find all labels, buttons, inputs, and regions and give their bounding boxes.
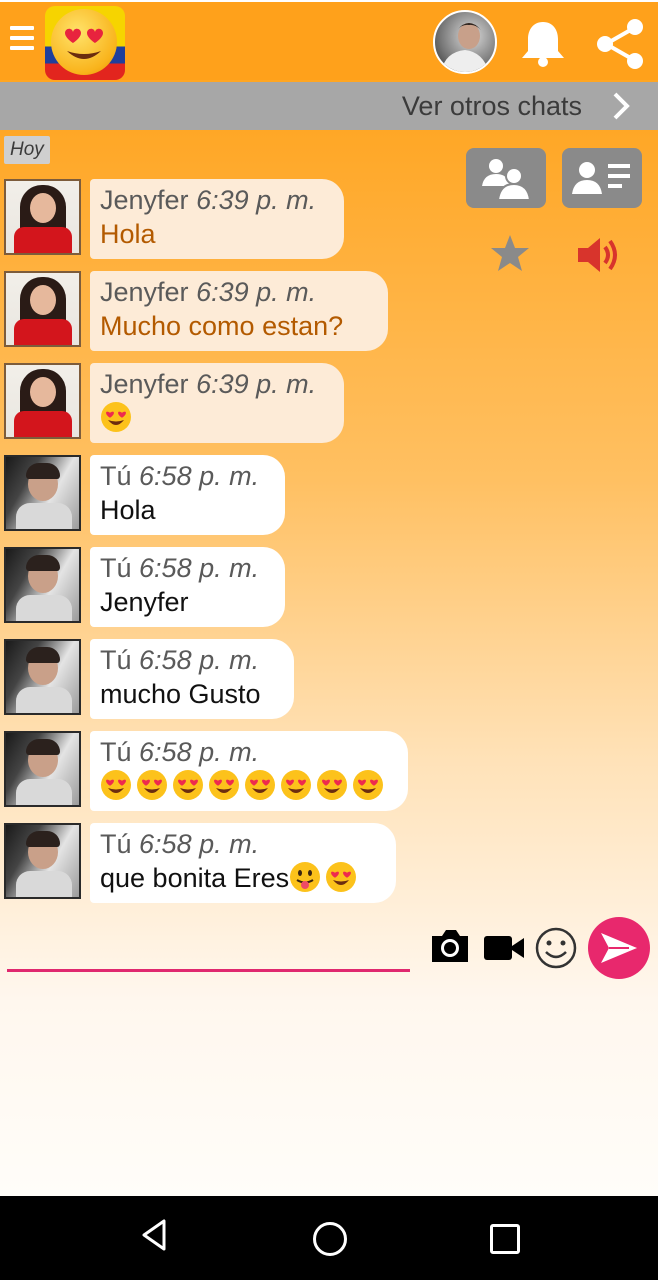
sender-name: Tú (100, 737, 132, 767)
sender-name: Jenyfer (100, 369, 189, 399)
message-bubble[interactable]: Jenyfer 6:39 p. m. Hola (90, 179, 344, 259)
sender-name: Tú (100, 645, 132, 675)
sender-avatar[interactable] (4, 455, 81, 531)
user-avatar[interactable] (433, 10, 497, 74)
message-bubble[interactable]: Tú 6:58 p. m. que bonita Eres (90, 823, 396, 903)
message-time: 6:58 p. m. (139, 461, 260, 491)
message-time: 6:58 p. m. (139, 645, 260, 675)
home-icon[interactable] (313, 1222, 347, 1256)
message-bubble[interactable]: Jenyfer 6:39 p. m. Mucho como estan? (90, 271, 388, 351)
heart-eyes-emoji-icon (317, 770, 347, 800)
smiley-icon[interactable] (534, 926, 578, 970)
sender-avatar[interactable] (4, 823, 81, 899)
camera-icon[interactable] (428, 928, 472, 964)
message-row: Tú 6:58 p. m. Hola (4, 455, 644, 535)
message-input[interactable] (7, 969, 410, 972)
heart-eyes-emoji-icon (173, 770, 203, 800)
message-text: Hola (100, 219, 156, 249)
message-bubble[interactable]: Tú 6:58 p. m. Hola (90, 455, 285, 535)
sender-avatar[interactable] (4, 731, 81, 807)
heart-eyes-emoji-icon (137, 770, 167, 800)
heart-eyes-emoji-icon (245, 770, 275, 800)
sender-name: Jenyfer (100, 277, 189, 307)
message-row: Jenyfer 6:39 p. m. (4, 363, 644, 443)
message-row: Tú 6:58 p. m. Jenyfer (4, 547, 644, 627)
heart-eyes-emoji-icon (101, 402, 131, 432)
bell-icon[interactable] (520, 18, 566, 72)
message-text: Hola (100, 495, 156, 525)
message-text: Jenyfer (100, 587, 189, 617)
message-time: 6:39 p. m. (196, 185, 317, 215)
menu-icon[interactable] (10, 26, 34, 56)
heart-eyes-emoji-icon (209, 770, 239, 800)
sender-name: Jenyfer (100, 185, 189, 215)
message-row: Tú 6:58 p. m. (4, 731, 644, 811)
other-chats-bar[interactable]: Ver otros chats (0, 82, 658, 130)
sender-name: Tú (100, 553, 132, 583)
day-badge: Hoy (4, 136, 50, 164)
message-bubble[interactable]: Jenyfer 6:39 p. m. (90, 363, 344, 443)
heart-eyes-emoji-icon (281, 770, 311, 800)
message-bubble[interactable]: Tú 6:58 p. m. mucho Gusto (90, 639, 294, 719)
sender-avatar[interactable] (4, 271, 81, 347)
message-bubble[interactable]: Tú 6:58 p. m. (90, 731, 408, 811)
sender-avatar[interactable] (4, 547, 81, 623)
other-chats-label: Ver otros chats (401, 90, 582, 121)
send-icon (601, 933, 637, 963)
message-time: 6:58 p. m. (139, 829, 260, 859)
message-text: mucho Gusto (100, 679, 261, 709)
back-icon[interactable] (140, 1218, 168, 1252)
recent-apps-icon[interactable] (490, 1224, 520, 1254)
sender-name: Tú (100, 461, 132, 491)
message-time: 6:39 p. m. (196, 369, 317, 399)
heart-eyes-emoji-icon (101, 770, 131, 800)
tongue-out-emoji-icon (290, 862, 321, 892)
message-time: 6:39 p. m. (196, 277, 317, 307)
share-icon[interactable] (592, 16, 648, 76)
heart-eyes-emoji-icon (353, 770, 383, 800)
message-row: Jenyfer 6:39 p. m. Mucho como estan? (4, 271, 644, 351)
message-row: Tú 6:58 p. m. que bonita Eres (4, 823, 644, 903)
sender-avatar[interactable] (4, 639, 81, 715)
heart-eyes-emoji-icon (326, 862, 357, 892)
message-text: que bonita Eres (100, 863, 290, 893)
chevron-right-icon (613, 92, 630, 120)
video-camera-icon[interactable] (482, 932, 526, 964)
message-row: Tú 6:58 p. m. mucho Gusto (4, 639, 644, 719)
message-bubble[interactable]: Tú 6:58 p. m. Jenyfer (90, 547, 285, 627)
message-row: Jenyfer 6:39 p. m. Hola (4, 179, 644, 259)
message-text: Mucho como estan? (100, 311, 344, 341)
message-time: 6:58 p. m. (139, 553, 260, 583)
send-button[interactable] (588, 917, 650, 979)
app-header (0, 0, 658, 80)
sender-avatar[interactable] (4, 179, 81, 255)
app-logo (45, 6, 125, 80)
message-time: 6:58 p. m. (139, 737, 260, 767)
sender-avatar[interactable] (4, 363, 81, 439)
sender-name: Tú (100, 829, 132, 859)
system-nav-bar (0, 1196, 658, 1280)
